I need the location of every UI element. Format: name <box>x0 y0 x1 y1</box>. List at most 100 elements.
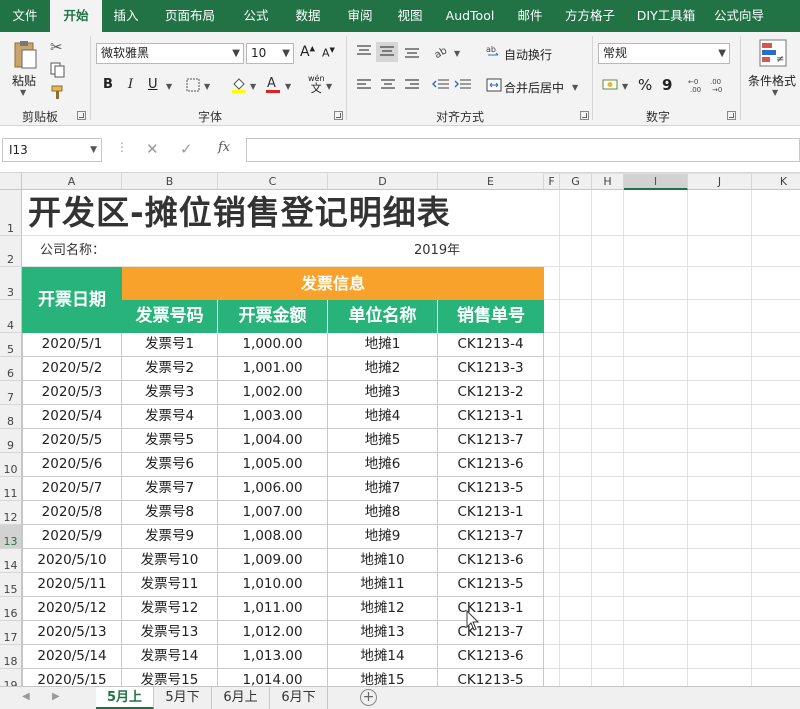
cell-sales-number[interactable]: CK1213-5 <box>438 573 544 597</box>
cell-unit-name[interactable]: 地摊10 <box>328 549 438 573</box>
font-launcher-icon[interactable] <box>334 111 343 120</box>
header-invoice-date[interactable]: 开票日期 <box>22 267 122 333</box>
decrease-decimal-icon[interactable]: .00 →0 <box>710 76 728 97</box>
row-header[interactable]: 9 <box>0 429 22 453</box>
cell-sales-number[interactable]: CK1213-5 <box>438 669 544 686</box>
cell-invoice-date[interactable]: 2020/5/9 <box>22 525 122 549</box>
cell-invoice-date[interactable]: 2020/5/15 <box>22 669 122 686</box>
cell-invoice-number[interactable]: 发票号12 <box>122 597 218 621</box>
cell-sales-number[interactable]: CK1213-6 <box>438 645 544 669</box>
cell-invoice-amount[interactable]: 1,008.00 <box>218 525 328 549</box>
alignment-launcher-icon[interactable] <box>580 111 589 120</box>
column-header[interactable]: H <box>592 173 624 190</box>
cell-invoice-amount[interactable]: 1,009.00 <box>218 549 328 573</box>
cancel-icon[interactable]: ✕ <box>146 140 159 158</box>
cell-unit-name[interactable]: 地摊9 <box>328 525 438 549</box>
cell-unit-name[interactable]: 地摊1 <box>328 333 438 357</box>
cell-invoice-amount[interactable]: 1,001.00 <box>218 357 328 381</box>
bold-button[interactable]: B <box>103 77 113 92</box>
ribbon-tab[interactable]: 开始 <box>50 0 102 32</box>
cell-invoice-number[interactable]: 发票号9 <box>122 525 218 549</box>
cell-sales-number[interactable]: CK1213-5 <box>438 477 544 501</box>
cell-invoice-number[interactable]: 发票号4 <box>122 405 218 429</box>
row-header[interactable]: 2 <box>0 236 22 267</box>
add-sheet-icon[interactable]: + <box>360 689 377 706</box>
conditional-format-icon[interactable]: ≠ <box>758 38 788 71</box>
sheet-tab[interactable]: 5月下 <box>154 687 212 709</box>
year-label[interactable]: 2019年 <box>414 239 460 258</box>
cell-sales-number[interactable]: CK1213-3 <box>438 357 544 381</box>
ribbon-tab[interactable]: 数据 <box>282 0 334 32</box>
cell-invoice-number[interactable]: 发票号5 <box>122 429 218 453</box>
cell-invoice-date[interactable]: 2020/5/13 <box>22 621 122 645</box>
cell-unit-name[interactable]: 地摊12 <box>328 597 438 621</box>
cell-invoice-number[interactable]: 发票号8 <box>122 501 218 525</box>
cell-invoice-number[interactable]: 发票号2 <box>122 357 218 381</box>
percent-button[interactable]: % <box>638 76 652 94</box>
row-header[interactable]: 11 <box>0 477 22 501</box>
align-bottom-icon[interactable] <box>404 45 420 62</box>
select-all-corner[interactable] <box>0 173 22 190</box>
grow-font-icon[interactable]: A▲ <box>300 44 315 60</box>
sheet-next-icon[interactable]: ▶ <box>52 691 60 702</box>
number-launcher-icon[interactable] <box>727 111 736 120</box>
merge-center-icon[interactable] <box>486 77 502 96</box>
insert-function-button[interactable]: fx <box>218 140 230 155</box>
name-box[interactable]: I13 ▼ <box>2 138 102 162</box>
font-color-icon[interactable]: A <box>264 75 282 97</box>
cell-unit-name[interactable]: 地摊11 <box>328 573 438 597</box>
cell-unit-name[interactable]: 地摊15 <box>328 669 438 686</box>
row-header[interactable]: 8 <box>0 405 22 429</box>
cell-invoice-date[interactable]: 2020/5/8 <box>22 501 122 525</box>
cell-unit-name[interactable]: 地摊14 <box>328 645 438 669</box>
ribbon-tab[interactable]: 页面布局 <box>150 0 230 32</box>
comma-button[interactable]: 9 <box>662 76 672 94</box>
cell-invoice-number[interactable]: 发票号11 <box>122 573 218 597</box>
phonetic-button[interactable]: wén 文 <box>308 74 325 94</box>
row-header[interactable]: 17 <box>0 621 22 645</box>
cell-invoice-amount[interactable]: 1,000.00 <box>218 333 328 357</box>
header-invoice-amount[interactable]: 开票金额 <box>218 300 328 333</box>
currency-icon[interactable] <box>602 78 620 95</box>
cell-sales-number[interactable]: CK1213-6 <box>438 453 544 477</box>
cell-invoice-number[interactable]: 发票号1 <box>122 333 218 357</box>
cell-invoice-number[interactable]: 发票号15 <box>122 669 218 686</box>
sheet-tab[interactable]: 6月上 <box>212 687 270 709</box>
align-center-icon[interactable] <box>380 78 396 95</box>
underline-dropdown-icon[interactable]: ▼ <box>166 82 172 91</box>
row-header[interactable]: 15 <box>0 573 22 597</box>
ribbon-tab[interactable]: 邮件 <box>506 0 554 32</box>
fill-color-icon[interactable] <box>230 76 248 97</box>
cell-invoice-number[interactable]: 发票号7 <box>122 477 218 501</box>
row-header[interactable]: 5 <box>0 333 22 357</box>
formula-input[interactable] <box>246 138 800 162</box>
font-name-select[interactable]: 微软雅黑 ▼ <box>96 43 244 64</box>
header-unit-name[interactable]: 单位名称 <box>328 300 438 333</box>
phonetic-dropdown-icon[interactable]: ▼ <box>326 82 332 91</box>
ribbon-tab[interactable]: 插入 <box>102 0 150 32</box>
cell-invoice-amount[interactable]: 1,013.00 <box>218 645 328 669</box>
column-header[interactable]: C <box>218 173 328 190</box>
column-header[interactable]: K <box>752 173 800 190</box>
cell-invoice-amount[interactable]: 1,003.00 <box>218 405 328 429</box>
cell-invoice-date[interactable]: 2020/5/5 <box>22 429 122 453</box>
merge-dropdown-icon[interactable]: ▼ <box>572 83 578 92</box>
sheet-tab[interactable]: 6月下 <box>270 687 328 709</box>
paste-button[interactable]: 粘贴 <box>12 72 36 89</box>
font-size-select[interactable]: 10 ▼ <box>246 43 294 64</box>
ribbon-tab[interactable]: 公式向导 <box>706 0 772 32</box>
cut-icon[interactable]: ✂ <box>50 38 63 56</box>
sheet-title[interactable]: 开发区-摊位销售登记明细表 <box>28 190 451 236</box>
cell-invoice-amount[interactable]: 1,012.00 <box>218 621 328 645</box>
column-header[interactable]: F <box>544 173 560 190</box>
company-label[interactable]: 公司名称： <box>40 239 105 258</box>
cell-unit-name[interactable]: 地摊6 <box>328 453 438 477</box>
cell-invoice-amount[interactable]: 1,010.00 <box>218 573 328 597</box>
conditional-format-button[interactable]: 条件格式 <box>748 72 796 89</box>
cell-invoice-date[interactable]: 2020/5/14 <box>22 645 122 669</box>
enter-icon[interactable]: ✓ <box>180 140 193 158</box>
column-header[interactable]: I <box>624 173 688 190</box>
cell-unit-name[interactable]: 地摊8 <box>328 501 438 525</box>
ribbon-tab[interactable]: 文件 <box>0 0 50 32</box>
number-format-select[interactable]: 常规 ▼ <box>598 43 730 64</box>
